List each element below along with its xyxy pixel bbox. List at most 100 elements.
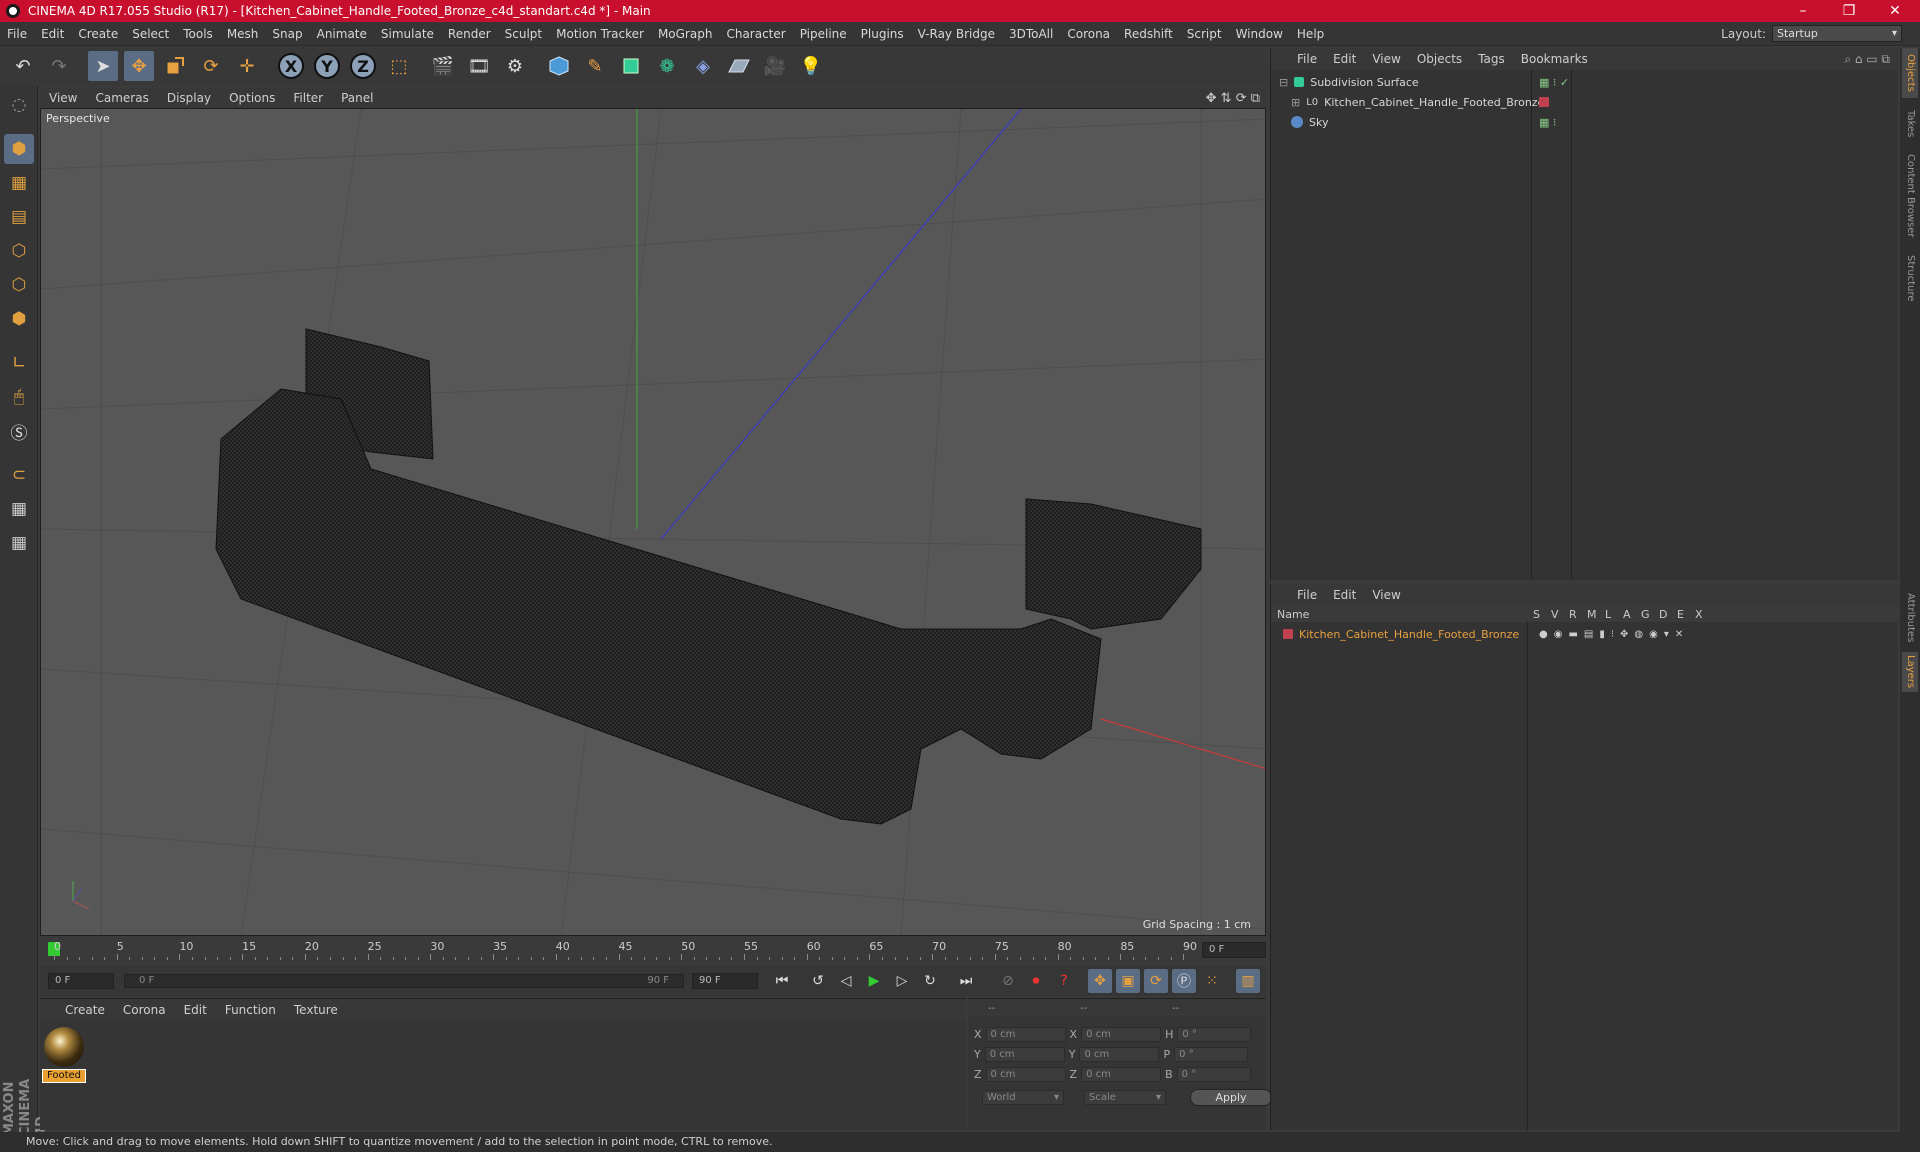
menu-file[interactable]: File <box>0 22 34 46</box>
floor-icon[interactable] <box>724 51 754 81</box>
menu-pipeline[interactable]: Pipeline <box>793 22 854 46</box>
play-icon[interactable]: ▶ <box>862 969 886 993</box>
deformer-icon[interactable]: ◈ <box>688 51 718 81</box>
layer-name[interactable]: Kitchen_Cabinet_Handle_Footed_Bronze <box>1299 628 1519 641</box>
key-rotation-icon[interactable]: ⟳ <box>1144 969 1168 993</box>
rotation-b-field[interactable]: 0 ° <box>1176 1067 1251 1082</box>
object-menu-file[interactable]: File <box>1289 52 1325 66</box>
material-menu-edit[interactable]: Edit <box>175 1003 216 1017</box>
model-mode-icon[interactable]: ⬢ <box>4 134 34 164</box>
next-frame-icon[interactable]: ▷ <box>890 969 914 993</box>
edges-mode-icon[interactable]: ⬡ <box>4 270 34 300</box>
tab-objects[interactable]: Objects <box>1902 48 1918 98</box>
collapse-icon[interactable]: ⊟ <box>1279 76 1288 89</box>
search-icon[interactable]: ⌕ ⌂ ▭ ⧉ <box>1844 52 1890 67</box>
viewport-menu-options[interactable]: Options <box>220 91 284 105</box>
object-row[interactable]: ⊟ Subdivision Surface ▦ ⁝ ✓ <box>1279 72 1799 92</box>
menu-corona[interactable]: Corona <box>1060 22 1117 46</box>
object-name[interactable]: Sky <box>1309 116 1328 129</box>
minimize-button[interactable]: – <box>1780 0 1826 22</box>
object-menu-edit[interactable]: Edit <box>1325 52 1364 66</box>
key-param-icon[interactable]: Ⓟ <box>1172 969 1196 993</box>
expand-icon[interactable]: ⊞ <box>1291 96 1300 109</box>
menu-create[interactable]: Create <box>71 22 125 46</box>
object-menu-bookmarks[interactable]: Bookmarks <box>1513 52 1596 66</box>
menu-vray-bridge[interactable]: V-Ray Bridge <box>911 22 1002 46</box>
layer-menu-file[interactable]: File <box>1289 588 1325 602</box>
menu-help[interactable]: Help <box>1290 22 1331 46</box>
layer-menu-view[interactable]: View <box>1364 588 1408 602</box>
material-menu-create[interactable]: Create <box>56 1003 114 1017</box>
tab-structure[interactable]: Structure <box>1902 248 1918 308</box>
motion-recording-icon[interactable]: ⊘ <box>996 969 1020 993</box>
menu-animate[interactable]: Animate <box>310 22 374 46</box>
menu-render[interactable]: Render <box>441 22 498 46</box>
layer-toggle-icons[interactable]: ●◉▬▤▮⁝✥◍◉▾✕ <box>1539 629 1689 640</box>
polygons-mode-icon[interactable]: ⬢ <box>4 304 34 334</box>
timeline-window-icon[interactable]: ▥ <box>1236 969 1260 993</box>
viewport-menu-panel[interactable]: Panel <box>332 91 382 105</box>
layer-color-icon[interactable] <box>1283 629 1293 639</box>
material-menu-texture[interactable]: Texture <box>285 1003 347 1017</box>
viewport-menu-filter[interactable]: Filter <box>284 91 332 105</box>
previous-frame-icon[interactable]: ◁ <box>834 969 858 993</box>
key-position-icon[interactable]: ✥ <box>1088 969 1112 993</box>
layer-row[interactable]: Kitchen_Cabinet_Handle_Footed_Bronze ●◉▬… <box>1283 624 1803 644</box>
tweak-mode-icon[interactable]: 🖱 <box>4 382 34 412</box>
restore-button[interactable]: ❐ <box>1826 0 1872 22</box>
object-visibility-icon[interactable]: ▦ ⁝ ✓ <box>1539 76 1569 89</box>
go-to-start-icon[interactable]: ⏮ <box>770 969 794 993</box>
menu-3dtoall[interactable]: 3DToAll <box>1002 22 1060 46</box>
rotation-p-field[interactable]: 0 ° <box>1174 1047 1249 1062</box>
menu-character[interactable]: Character <box>719 22 792 46</box>
position-y-field[interactable]: 0 cm <box>984 1047 1065 1062</box>
perspective-viewport[interactable]: Perspective Grid Spacing : 1 cm <box>40 108 1266 936</box>
make-editable-icon[interactable]: ◌ <box>4 90 34 120</box>
current-frame-field[interactable]: 0 F <box>1202 942 1266 958</box>
key-scale-icon[interactable]: ▣ <box>1116 969 1140 993</box>
previous-key-icon[interactable]: ↺ <box>806 969 830 993</box>
points-mode-icon[interactable]: ⬡ <box>4 236 34 266</box>
rotate-tool-icon[interactable]: ⟳ <box>196 51 226 81</box>
menu-motion-tracker[interactable]: Motion Tracker <box>549 22 651 46</box>
object-name[interactable]: Kitchen_Cabinet_Handle_Footed_Bronze <box>1324 96 1544 109</box>
layout-dropdown[interactable]: Startup <box>1772 25 1902 42</box>
viewport-menu-display[interactable]: Display <box>158 91 220 105</box>
object-row[interactable]: ⊞ L0 Kitchen_Cabinet_Handle_Footed_Bronz… <box>1279 92 1799 112</box>
menu-script[interactable]: Script <box>1180 22 1229 46</box>
material-swatch[interactable]: Footed <box>42 1025 86 1083</box>
x-axis-lock-icon[interactable]: X <box>276 51 306 81</box>
object-menu-objects[interactable]: Objects <box>1409 52 1470 66</box>
menu-edit[interactable]: Edit <box>34 22 71 46</box>
menu-window[interactable]: Window <box>1229 22 1290 46</box>
size-y-field[interactable]: 0 cm <box>1079 1047 1160 1062</box>
cabinet-handle-mesh[interactable] <box>215 328 1202 825</box>
subdivision-generator-icon[interactable] <box>616 51 646 81</box>
tab-layers[interactable]: Layers <box>1902 652 1918 692</box>
material-menu-function[interactable]: Function <box>216 1003 285 1017</box>
position-z-field[interactable]: 0 cm <box>985 1067 1066 1082</box>
y-axis-lock-icon[interactable]: Y <box>312 51 342 81</box>
cube-primitive-icon[interactable] <box>544 51 574 81</box>
layer-menu-edit[interactable]: Edit <box>1325 588 1364 602</box>
object-name[interactable]: Subdivision Surface <box>1310 76 1418 89</box>
viewport-menu-view[interactable]: View <box>40 91 86 105</box>
position-x-field[interactable]: 0 cm <box>985 1027 1066 1042</box>
workplane-lock-icon[interactable]: ▦ <box>4 494 34 524</box>
render-view-icon[interactable]: 🎬 <box>428 51 458 81</box>
redo-icon[interactable]: ↷ <box>44 51 74 81</box>
grid-snap-icon[interactable]: ▦ <box>4 528 34 558</box>
size-x-field[interactable]: 0 cm <box>1081 1027 1162 1042</box>
solo-mode-icon[interactable]: Ⓢ <box>4 416 34 446</box>
menu-tools[interactable]: Tools <box>176 22 220 46</box>
start-frame-field[interactable]: 0 F <box>48 973 114 989</box>
menu-select[interactable]: Select <box>125 22 176 46</box>
render-settings-icon[interactable]: ⚙ <box>500 51 530 81</box>
cloner-icon[interactable]: ❁ <box>652 51 682 81</box>
menu-plugins[interactable]: Plugins <box>854 22 911 46</box>
texture-mode-icon[interactable]: ▦ <box>4 168 34 198</box>
next-key-icon[interactable]: ↻ <box>918 969 942 993</box>
move-tool-icon[interactable]: ✥ <box>124 51 154 81</box>
menu-simulate[interactable]: Simulate <box>374 22 441 46</box>
tab-attributes[interactable]: Attributes <box>1902 588 1918 648</box>
